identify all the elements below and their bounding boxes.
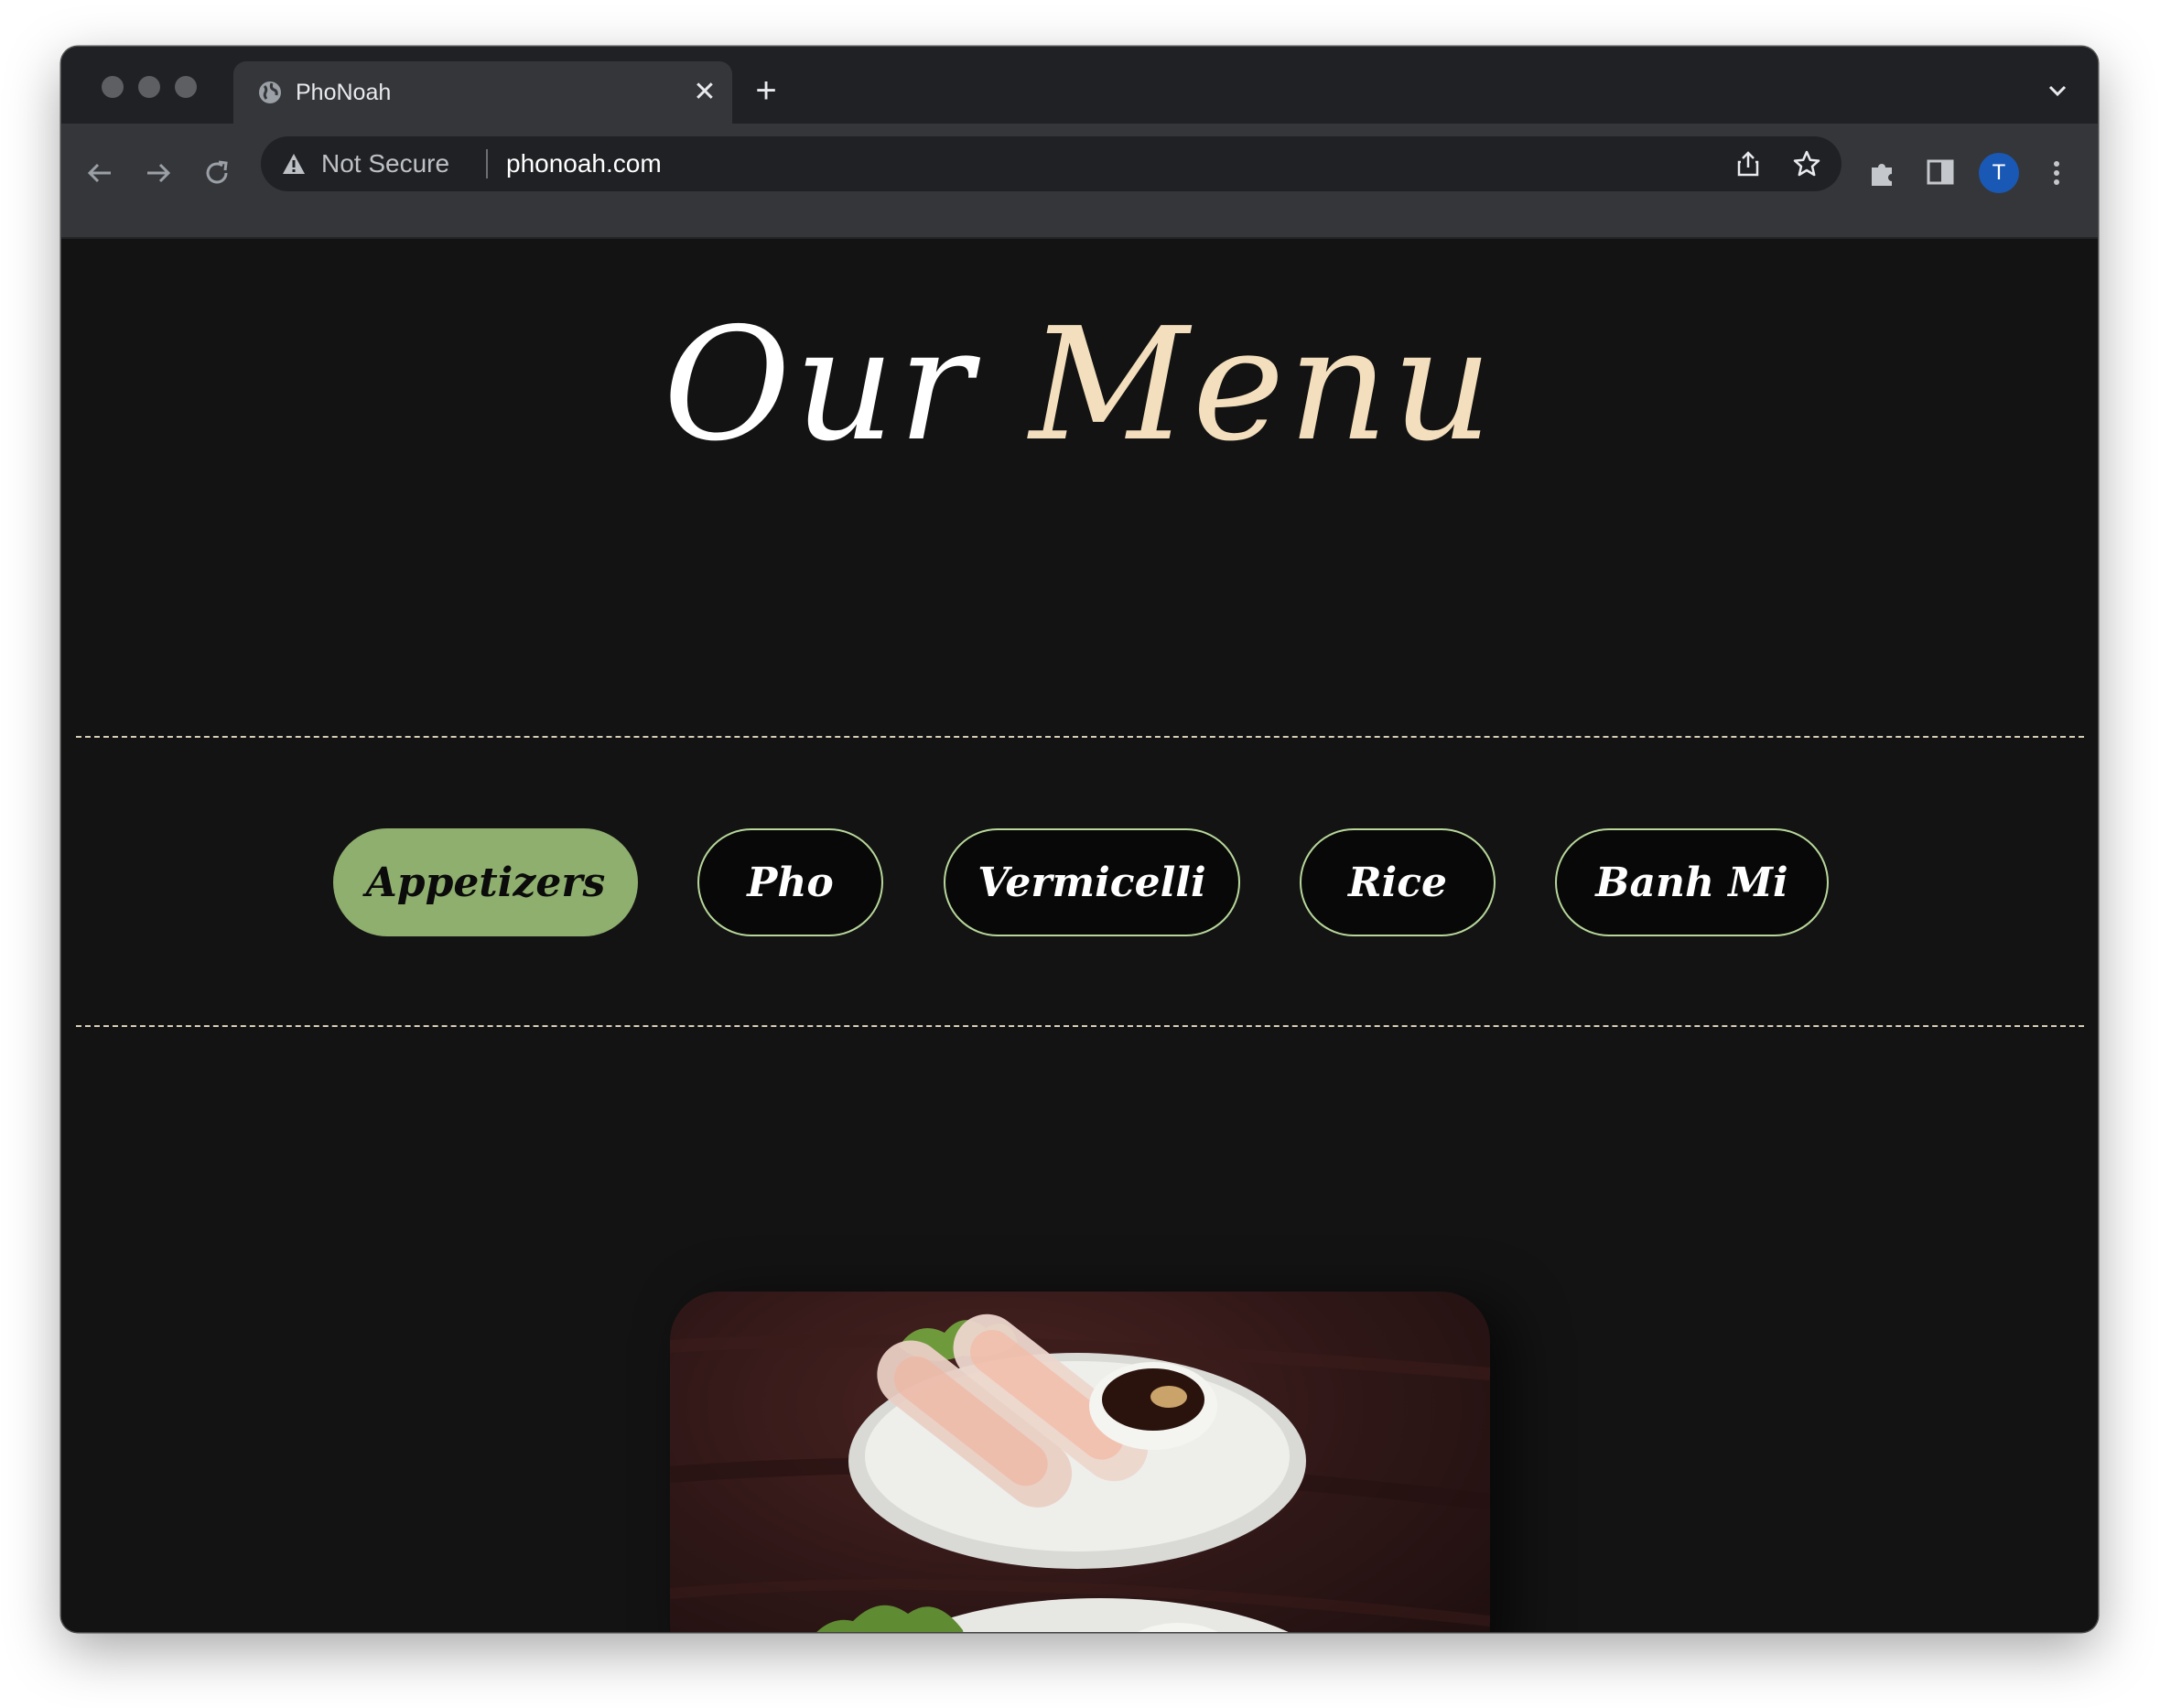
- title-word-menu: Menu: [1029, 295, 1496, 476]
- spring-rolls-illustration: [670, 1313, 1490, 1632]
- maximize-window-button[interactable]: [175, 76, 197, 98]
- category-rice-button[interactable]: Rice: [1300, 828, 1496, 936]
- omnibox-divider: [486, 149, 488, 178]
- extensions-puzzle-icon[interactable]: [1866, 157, 1899, 189]
- page-title: Our Menu: [61, 294, 2098, 477]
- new-tab-button[interactable]: +: [748, 72, 784, 111]
- browser-window: PhoNoah ✕ + Not Secure phonoah.com T Our…: [61, 47, 2098, 1632]
- page-content: Our Menu Appetizers Pho Vermicelli Rice …: [61, 239, 2098, 1632]
- category-vermicelli-button[interactable]: Vermicelli: [944, 828, 1240, 936]
- browser-toolbar: Not Secure phonoah.com T: [61, 124, 2098, 239]
- back-arrow-icon[interactable]: [83, 157, 116, 189]
- browser-tab[interactable]: PhoNoah ✕: [233, 61, 732, 124]
- divider-bottom: [76, 1025, 2084, 1027]
- close-window-button[interactable]: [102, 76, 124, 98]
- globe-icon: [259, 81, 281, 103]
- share-icon[interactable]: [1733, 149, 1763, 178]
- category-banh-mi-button[interactable]: Banh Mi: [1555, 828, 1829, 936]
- security-status[interactable]: Not Secure: [321, 149, 449, 178]
- profile-avatar[interactable]: T: [1979, 153, 2019, 193]
- url-text[interactable]: phonoah.com: [506, 149, 662, 178]
- more-options-icon[interactable]: [2040, 157, 2073, 189]
- tab-strip: PhoNoah ✕ +: [61, 47, 2098, 124]
- tab-title: PhoNoah: [296, 80, 392, 105]
- reload-icon[interactable]: [200, 157, 233, 189]
- minimize-window-button[interactable]: [138, 76, 160, 98]
- category-pho-button[interactable]: Pho: [697, 828, 883, 936]
- category-appetizers-button[interactable]: Appetizers: [333, 828, 638, 936]
- dish-photo: [670, 1292, 1490, 1632]
- address-bar[interactable]: Not Secure phonoah.com: [261, 136, 1841, 191]
- tab-close-icon[interactable]: ✕: [690, 78, 719, 107]
- chevron-down-icon[interactable]: [2045, 78, 2070, 103]
- title-word-our: Our: [663, 295, 977, 476]
- side-panel-icon[interactable]: [1925, 157, 1956, 188]
- bookmark-star-icon[interactable]: [1792, 149, 1821, 178]
- divider-top: [76, 736, 2084, 738]
- forward-arrow-icon[interactable]: [142, 157, 175, 189]
- warning-icon[interactable]: [281, 151, 307, 177]
